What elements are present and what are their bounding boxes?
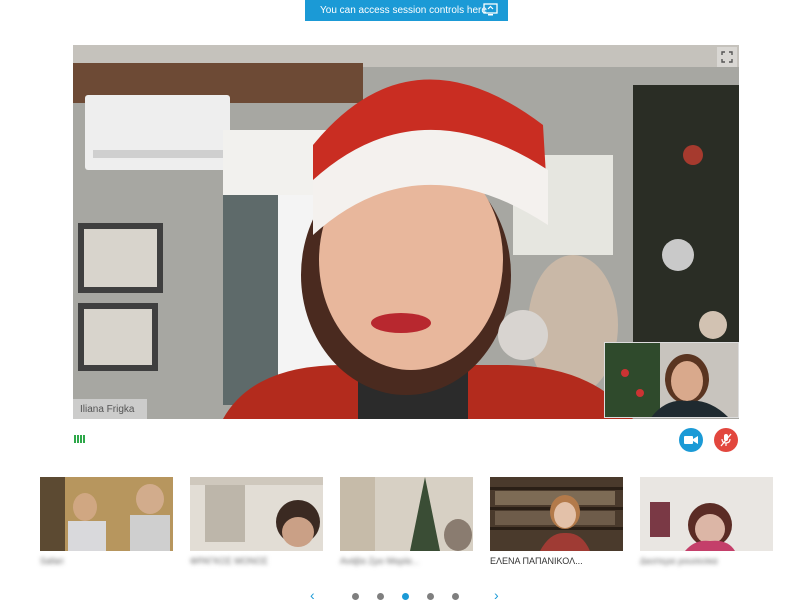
thumbnail-pager: ‹ ›	[300, 588, 510, 600]
participant-thumbnail[interactable]	[190, 477, 323, 551]
pager-dot[interactable]	[352, 593, 359, 600]
self-view-image	[605, 343, 738, 417]
participant-video-image	[490, 477, 623, 551]
chevron-right-icon[interactable]: ›	[494, 588, 499, 600]
participant-video-image	[40, 477, 173, 551]
participant-thumbnail[interactable]	[40, 477, 173, 551]
banner-text: You can access session controls here	[320, 5, 487, 16]
speaker-name-tag: Iliana Frigka	[73, 399, 147, 419]
signal-strength-icon	[74, 435, 85, 443]
participant-name: ΦΡΑΓΚΟΣ ΜΟΝΟΣ	[190, 556, 268, 566]
session-controls-banner[interactable]: You can access session controls here	[305, 0, 508, 21]
video-toggle-button[interactable]	[679, 428, 703, 452]
mic-toggle-button[interactable]	[714, 428, 738, 452]
screen-share-icon	[483, 3, 498, 16]
mic-muted-icon	[720, 433, 732, 447]
participant-name: ΕΛΕΝΑ ΠΑΠΑΝΙΚΟΛ...	[490, 556, 583, 566]
participant-thumbnail[interactable]	[640, 477, 773, 551]
video-call-window: You can access session controls here Ili…	[0, 0, 800, 600]
video-camera-icon	[684, 436, 698, 444]
pager-dot[interactable]	[452, 593, 459, 600]
participant-video-image	[190, 477, 323, 551]
chevron-left-icon[interactable]: ‹	[310, 588, 315, 600]
pager-dot[interactable]	[427, 593, 434, 600]
main-video-feed[interactable]: Iliana Frigka	[73, 45, 739, 419]
pager-dot[interactable]	[377, 593, 384, 600]
expand-button[interactable]	[717, 47, 737, 67]
expand-icon	[721, 51, 733, 63]
participant-name: Διεστερα ρουσεσκα	[640, 556, 718, 566]
speaker-name: Iliana Frigka	[80, 403, 135, 415]
self-view-video[interactable]	[604, 342, 739, 418]
participant-video-image	[340, 477, 473, 551]
pager-dot-active[interactable]	[402, 593, 409, 600]
participant-thumbnail[interactable]	[340, 477, 473, 551]
participant-thumbnail[interactable]	[490, 477, 623, 551]
participant-name: Ανάβα Ζρο Μαρία...	[340, 556, 420, 566]
participant-name: Safari	[40, 556, 64, 566]
participant-video-image	[640, 477, 773, 551]
